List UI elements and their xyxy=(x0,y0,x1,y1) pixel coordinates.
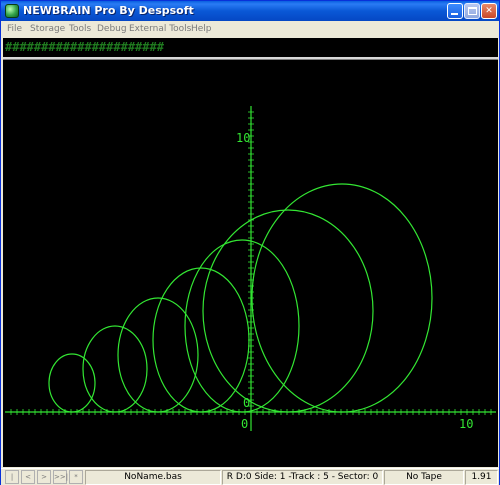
tape-status-panel: No Tape xyxy=(384,470,464,485)
menu-external-tools[interactable]: External Tools xyxy=(129,22,191,36)
x-axis-label-zero: 0 xyxy=(241,417,248,431)
filename-panel: NoName.bas xyxy=(85,470,221,485)
title-bar[interactable]: NEWBRAIN Pro By Despsoft ✕ xyxy=(1,1,499,21)
menu-help[interactable]: Help xyxy=(191,22,212,36)
version-panel: 1.91 xyxy=(465,470,498,485)
menu-file[interactable]: File xyxy=(7,22,22,36)
close-button[interactable]: ✕ xyxy=(481,3,497,19)
y-axis-label-top: 10 xyxy=(236,131,250,145)
x-axis-ticks xyxy=(10,409,492,415)
emulator-screen[interactable]: ###################### 10 0 0 10 xyxy=(3,38,498,467)
next-button[interactable]: > xyxy=(37,470,51,484)
circle-7 xyxy=(251,183,433,413)
close-icon: ✕ xyxy=(485,6,493,16)
last-button[interactable]: >>| xyxy=(53,470,68,484)
circle-5 xyxy=(184,239,300,413)
status-bar: |<< < > >>| * NoName.bas R D:0 Side: 1 -… xyxy=(1,468,499,485)
newbrain-app-icon xyxy=(5,4,19,18)
star-button[interactable]: * xyxy=(69,470,83,484)
maximize-button[interactable] xyxy=(464,3,480,19)
x-axis-label-right: 10 xyxy=(459,417,473,431)
circle-1 xyxy=(48,353,96,413)
prev-button[interactable]: < xyxy=(21,470,35,484)
maximize-icon xyxy=(468,7,477,15)
circle-6 xyxy=(202,209,374,413)
y-axis-label-zero: 0 xyxy=(243,396,250,410)
menu-debug[interactable]: Debug xyxy=(97,22,127,36)
minimize-button[interactable] xyxy=(447,3,463,19)
disk-status-panel: R D:0 Side: 1 -Track : 5 - Sector: 0 xyxy=(222,470,383,485)
graphics-plot: 10 0 0 10 xyxy=(5,106,496,431)
menu-tools[interactable]: Tools xyxy=(69,22,91,36)
menu-storage[interactable]: Storage xyxy=(30,22,65,36)
menu-bar: File Storage Tools Debug External Tools … xyxy=(1,21,499,37)
window-title: NEWBRAIN Pro By Despsoft xyxy=(23,4,194,17)
minimize-icon xyxy=(451,13,458,15)
first-button[interactable]: |<< xyxy=(5,470,19,484)
main-window: NEWBRAIN Pro By Despsoft ✕ File Storage … xyxy=(0,0,500,485)
